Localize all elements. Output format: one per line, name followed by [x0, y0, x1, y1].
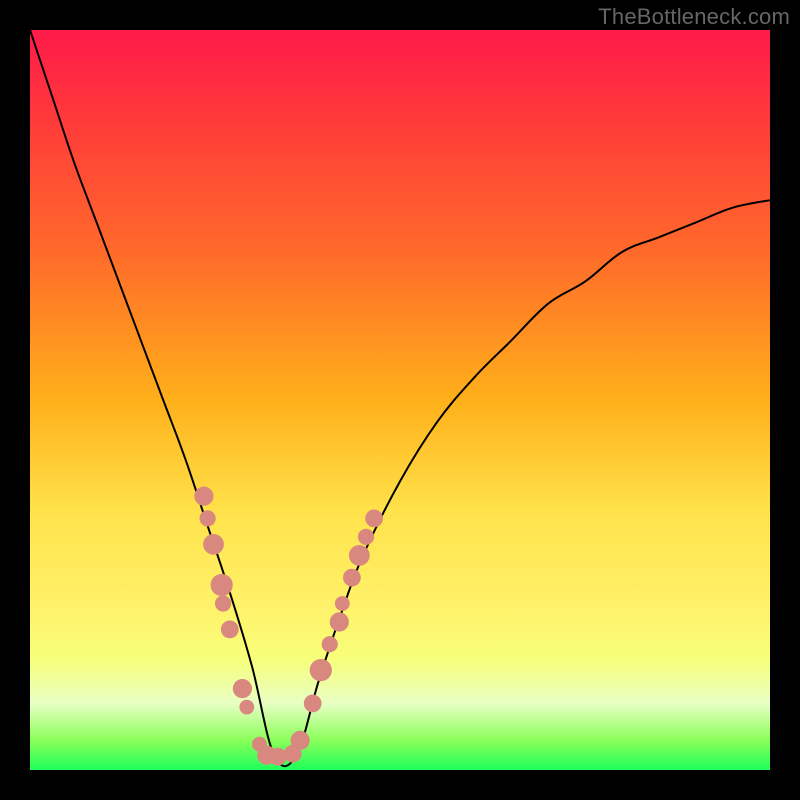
- marker-dot: [349, 545, 370, 566]
- marker-dot: [310, 659, 332, 681]
- marker-dot: [322, 636, 338, 652]
- marker-dot: [269, 748, 287, 766]
- marker-dot: [358, 529, 374, 545]
- marker-dot: [365, 510, 383, 528]
- marker-dot: [233, 679, 252, 698]
- watermark-text: TheBottleneck.com: [598, 4, 790, 30]
- marker-dot: [291, 731, 310, 750]
- marker-dot: [343, 569, 361, 587]
- marker-dot: [330, 612, 349, 631]
- marker-dot: [194, 487, 213, 506]
- marker-points: [194, 487, 383, 766]
- marker-dot: [215, 595, 231, 611]
- bottleneck-curve: [30, 30, 770, 766]
- marker-dot: [335, 596, 350, 611]
- marker-dot: [221, 621, 239, 639]
- chart-frame: TheBottleneck.com: [0, 0, 800, 800]
- curve-layer: [30, 30, 770, 770]
- plot-area: [30, 30, 770, 770]
- marker-dot: [200, 510, 216, 526]
- marker-dot: [203, 534, 224, 555]
- marker-dot: [304, 695, 322, 713]
- marker-dot: [239, 700, 254, 715]
- marker-dot: [211, 574, 233, 596]
